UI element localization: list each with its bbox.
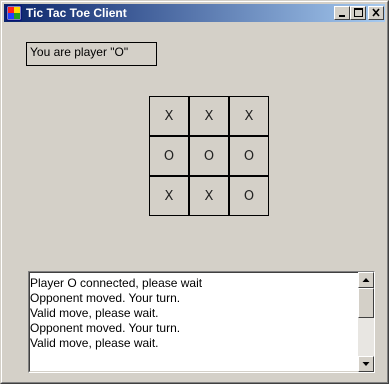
game-board: X X X O O O X X O — [149, 96, 269, 216]
close-icon — [372, 8, 380, 17]
window-title: Tic Tac Toe Client — [26, 6, 127, 20]
board-cell-3[interactable]: X — [229, 96, 269, 136]
board-cell-5[interactable]: O — [189, 136, 229, 176]
player-label: You are player "O" — [26, 42, 157, 66]
app-window: Tic Tac Toe Client You are player "O" X … — [0, 0, 389, 384]
board-cell-9[interactable]: O — [229, 176, 269, 216]
maximize-icon — [354, 8, 363, 17]
board-cell-4[interactable]: O — [149, 136, 189, 176]
close-button[interactable] — [368, 6, 384, 20]
board-cell-8[interactable]: X — [189, 176, 229, 216]
title-bar[interactable]: Tic Tac Toe Client — [4, 4, 385, 22]
board-cell-7[interactable]: X — [149, 176, 189, 216]
message-log[interactable]: Player O connected, please wait Opponent… — [28, 271, 375, 373]
scroll-down-button[interactable] — [358, 356, 374, 372]
log-line: Valid move, please wait. — [30, 306, 159, 320]
message-log-text: Player O connected, please wait Opponent… — [30, 276, 350, 351]
log-line: Valid move, please wait. — [30, 336, 159, 350]
maximize-button[interactable] — [350, 6, 366, 20]
board-cell-6[interactable]: O — [229, 136, 269, 176]
arrow-up-icon — [362, 278, 370, 282]
board-cell-2[interactable]: X — [189, 96, 229, 136]
log-line: Opponent moved. Your turn. — [30, 321, 181, 335]
vertical-scrollbar[interactable] — [358, 272, 374, 372]
log-line: Opponent moved. Your turn. — [30, 291, 181, 305]
minimize-button[interactable] — [334, 6, 350, 20]
scroll-up-button[interactable] — [358, 272, 374, 288]
arrow-down-icon — [362, 362, 370, 366]
board-cell-1[interactable]: X — [149, 96, 189, 136]
app-icon[interactable] — [6, 5, 22, 21]
scrollbar-thumb[interactable] — [358, 288, 374, 318]
minimize-icon — [339, 15, 345, 17]
log-line: Player O connected, please wait — [30, 276, 203, 290]
